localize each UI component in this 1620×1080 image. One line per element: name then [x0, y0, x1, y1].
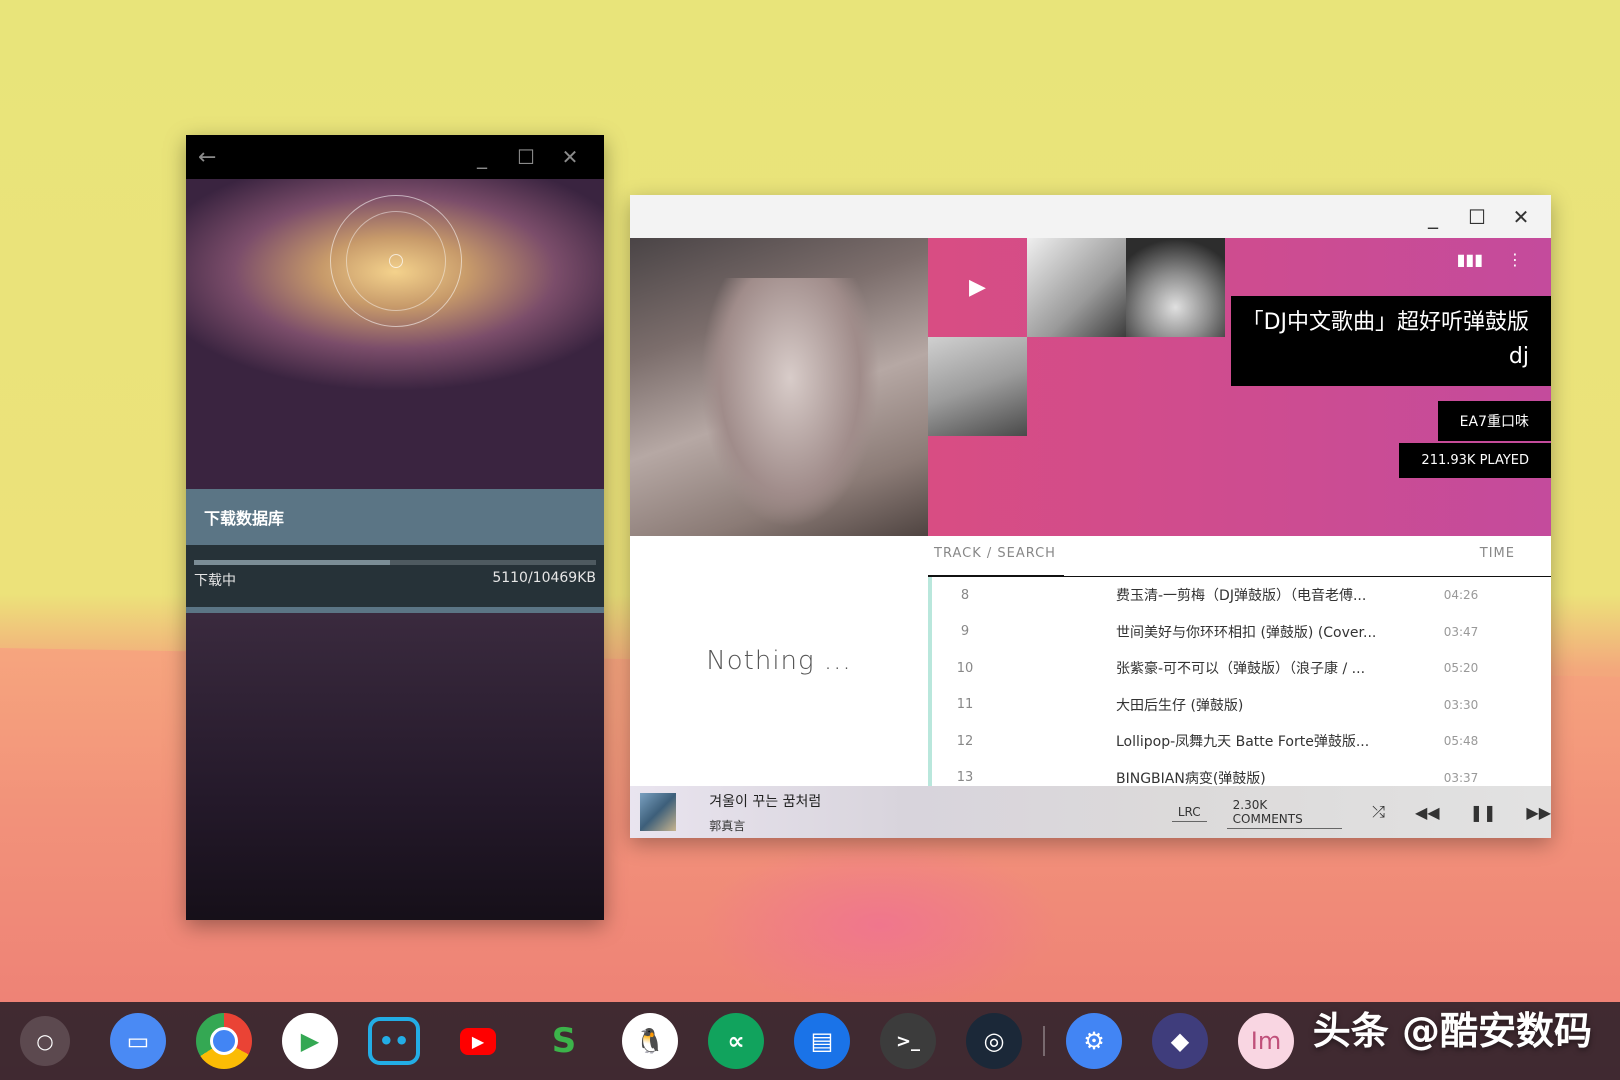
settings-app-icon[interactable]: ⚙: [1066, 1013, 1122, 1069]
track-row[interactable]: 13 BINGBIAN病变(弹鼓版) 03:37: [932, 760, 1551, 786]
splash-artwork: [186, 179, 604, 489]
pause-icon[interactable]: ❚❚: [1470, 803, 1497, 822]
download-progress-panel: 下载中 5110/10469KB: [186, 545, 604, 607]
track-number: 8: [960, 587, 970, 603]
steam-app-icon[interactable]: ◎: [966, 1013, 1022, 1069]
progress-fill: [194, 560, 391, 565]
download-size: 5110/10469KB: [492, 570, 596, 586]
track-title: 张紫豪-可不可以（弹鼓版）（浪子康 / ...: [1116, 661, 1366, 678]
now-playing-artist: 郭真言: [709, 818, 746, 833]
close-icon[interactable]: ✕: [548, 145, 592, 169]
now-playing-bar: 겨울이 꾸는 꿈처럼 郭真言 LRC 2.30K COMMENTS ⤮ ◀◀ ❚…: [630, 786, 1551, 838]
qq-app-icon[interactable]: 🐧: [622, 1013, 678, 1069]
playlist-header: ▶ ▮▮▮ ⋮ 「DJ中文歌曲」超好听弹鼓版dj EA7重口味 211.93K …: [630, 238, 1551, 536]
lrc-button[interactable]: LRC: [1171, 803, 1207, 822]
track-row[interactable]: 10 张紫豪-可不可以（弹鼓版）（浪子康 / ... 05:20: [932, 650, 1551, 687]
close-icon[interactable]: ✕: [1499, 205, 1543, 229]
youtube-app-icon[interactable]: ▶: [450, 1013, 506, 1069]
now-playing-title: 겨울이 꾸는 꿈처럼: [709, 793, 822, 810]
splash-lower-background: [186, 613, 604, 920]
back-arrow-icon[interactable]: ←: [198, 145, 228, 170]
lyrics-empty-state: Nothing ...: [630, 536, 928, 786]
track-number: 11: [956, 697, 974, 713]
track-duration: 03:30: [1443, 697, 1479, 712]
download-status: 下载中: [194, 573, 236, 589]
launcher-button[interactable]: ○: [20, 1016, 70, 1066]
files-app-icon[interactable]: ▭: [110, 1013, 166, 1069]
coolapk-app-icon[interactable]: ∝: [708, 1013, 764, 1069]
track-duration: 04:26: [1443, 588, 1479, 603]
play-store-app-icon[interactable]: ▶: [282, 1013, 338, 1069]
download-window: ← _ ☐ ✕ 下载数据库 下载中 5110/10469KB: [186, 135, 604, 920]
track-search-header[interactable]: TRACK / SEARCH: [934, 546, 1056, 561]
music-window-titlebar: _ ☐ ✕: [630, 195, 1551, 238]
dialog-title: 下载数据库: [186, 489, 604, 545]
now-playing-cover[interactable]: [640, 793, 677, 831]
thumbnail-photo: [1027, 238, 1126, 337]
playlist-title: 「DJ中文歌曲」超好听弹鼓版dj: [1231, 296, 1551, 386]
track-row[interactable]: 12 Lollipop-凤舞九天 Batte Forte弹鼓版... 05:48: [932, 723, 1551, 760]
track-duration: 03:37: [1443, 770, 1479, 785]
track-title: BINGBIAN病变(弹鼓版): [1116, 770, 1266, 786]
progress-bar: [194, 560, 596, 565]
track-row[interactable]: 8 费玉清-一剪梅（DJ弹鼓版）（电音老傅... 04:26: [932, 577, 1551, 614]
play-all-button[interactable]: ▶: [928, 238, 1027, 337]
shuffle-icon[interactable]: ⤮: [1372, 802, 1385, 822]
play-count: 211.93K PLAYED: [1399, 443, 1551, 478]
track-duration: 03:47: [1443, 624, 1479, 639]
playlist-creator[interactable]: EA7重口味: [1437, 401, 1551, 441]
track-row[interactable]: 9 世间美好与你环环相扣 (弹鼓版) (Cover... 03:47: [932, 614, 1551, 651]
more-vert-icon[interactable]: ⋮: [1507, 250, 1523, 269]
track-number: 13: [956, 770, 974, 786]
minimize-icon[interactable]: _: [460, 145, 504, 169]
track-title: 世间美好与你环环相扣 (弹鼓版) (Cover...: [1116, 624, 1377, 641]
playlist-cover-photo: [630, 238, 928, 536]
track-number: 9: [960, 624, 970, 640]
track-list-panel: TRACK / SEARCH TIME 8 费玉清-一剪梅（DJ弹鼓版）（电音老傅…: [928, 536, 1551, 786]
play-icon: ▶: [969, 275, 986, 300]
mandala-graphic: [330, 195, 462, 327]
track-duration: 05:20: [1443, 661, 1479, 676]
bilibili-app-icon[interactable]: ••: [368, 1017, 420, 1065]
diamond-app-icon[interactable]: ◆: [1152, 1013, 1208, 1069]
comments-button[interactable]: 2.30K COMMENTS: [1226, 796, 1343, 829]
thumbnail-photo: [928, 337, 1027, 436]
terminal-app-icon[interactable]: >_: [880, 1013, 936, 1069]
track-title: Lollipop-凤舞九天 Batte Forte弹鼓版...: [1116, 734, 1370, 751]
watermark: 头条 @酷安数码: [1312, 1009, 1592, 1053]
track-number: 12: [956, 733, 974, 749]
im-app-icon[interactable]: Im: [1238, 1013, 1294, 1069]
time-header: TIME: [1479, 546, 1515, 561]
track-row[interactable]: 11 大田后生仔 (弹鼓版) 03:30: [932, 687, 1551, 724]
equalizer-icon[interactable]: ▮▮▮: [1457, 250, 1483, 269]
messages-app-icon[interactable]: ▤: [794, 1013, 850, 1069]
wallpaper-reflection: [700, 840, 1060, 1010]
maximize-icon[interactable]: ☐: [1455, 205, 1499, 229]
shelf-divider: [1043, 1026, 1045, 1056]
music-window: _ ☐ ✕ ▶ ▮▮▮ ⋮ 「DJ中文歌曲」超好听弹鼓版dj EA7重口味 21…: [630, 195, 1551, 838]
chrome-app-icon[interactable]: [196, 1013, 252, 1069]
minimize-icon[interactable]: _: [1411, 205, 1455, 229]
track-list: 8 费玉清-一剪梅（DJ弹鼓版）（电音老傅... 04:26 9 世间美好与你环环相扣 …: [928, 577, 1551, 786]
next-icon[interactable]: ▶▶: [1526, 803, 1551, 822]
maximize-icon[interactable]: ☐: [504, 145, 548, 169]
track-duration: 05:48: [1443, 734, 1479, 749]
sheets-app-icon[interactable]: S: [536, 1013, 592, 1069]
track-number: 10: [956, 660, 974, 676]
download-window-titlebar: ← _ ☐ ✕: [186, 135, 604, 179]
previous-icon[interactable]: ◀◀: [1415, 803, 1440, 822]
track-title: 大田后生仔 (弹鼓版): [1116, 697, 1244, 714]
thumbnail-photo: [1126, 238, 1225, 337]
track-title: 费玉清-一剪梅（DJ弹鼓版）（电音老傅...: [1116, 588, 1367, 605]
